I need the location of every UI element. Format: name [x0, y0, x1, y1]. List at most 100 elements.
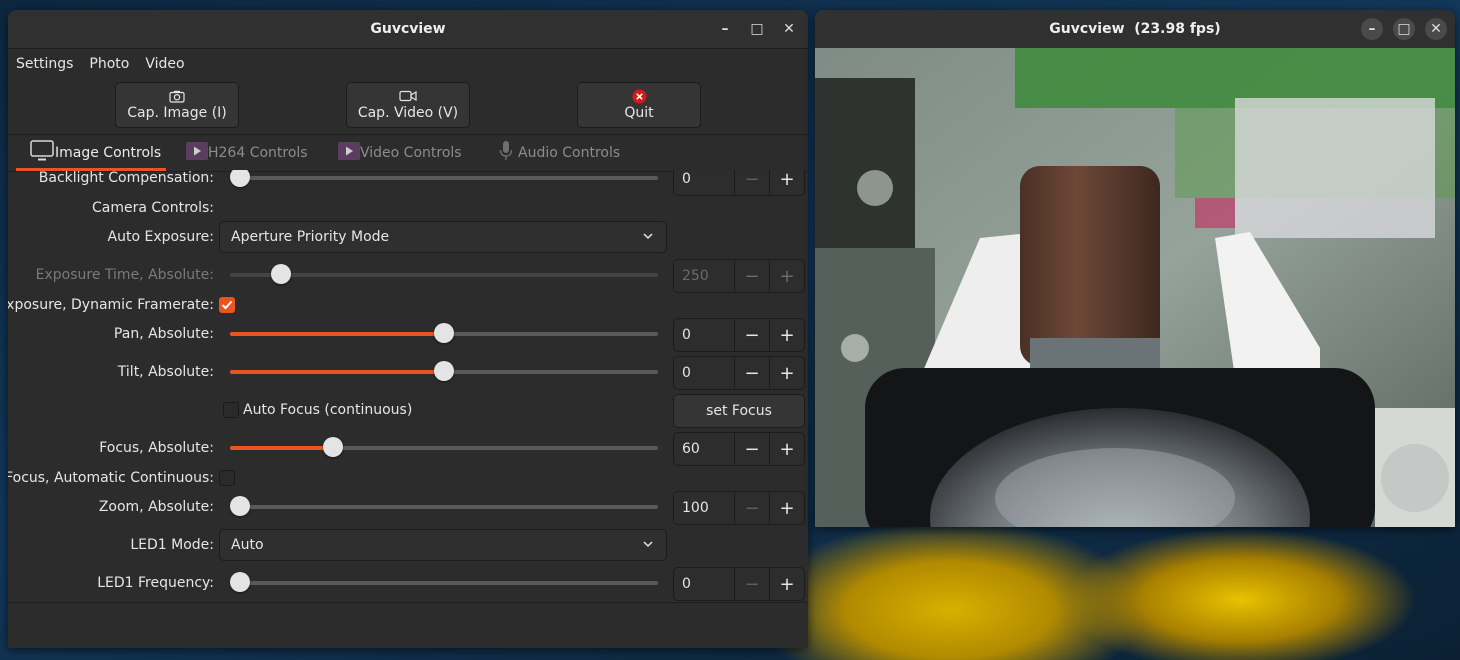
tilt-spinbox[interactable]: 0 − + — [673, 356, 805, 390]
auto-exposure-dropdown[interactable]: Aperture Priority Mode — [219, 221, 667, 253]
maximize-button[interactable]: □ — [1393, 18, 1415, 40]
menu-settings[interactable]: Settings — [16, 56, 73, 72]
decrement-button[interactable]: − — [734, 170, 769, 195]
decrement-button[interactable]: − — [734, 357, 769, 389]
slider-fill — [230, 370, 444, 374]
focus-spinbox[interactable]: 60 − + — [673, 432, 805, 466]
minimize-icon: – — [721, 21, 729, 37]
chevron-down-icon — [642, 538, 654, 554]
minimize-icon: – — [1368, 21, 1376, 37]
guvcview-controls-window: Guvcview – □ ✕ Settings Photo Video Cap.… — [8, 10, 808, 648]
increment-button[interactable]: + — [769, 568, 804, 600]
capture-video-button[interactable]: Cap. Video (V) — [346, 82, 470, 128]
toolbar: Cap. Image (I) Cap. Video (V) Quit — [8, 79, 808, 134]
slider-knob[interactable] — [230, 170, 250, 187]
zoom-spinbox[interactable]: 100 − + — [673, 491, 805, 525]
minimize-button[interactable]: – — [714, 18, 736, 40]
menu-photo[interactable]: Photo — [89, 56, 129, 72]
increment-button[interactable]: + — [769, 170, 804, 195]
led1-mode-value: Auto — [231, 537, 264, 553]
auto-exposure-value: Aperture Priority Mode — [231, 229, 390, 245]
dynamic-framerate-checkbox[interactable] — [219, 297, 235, 313]
slider-knob[interactable] — [322, 437, 343, 457]
quit-label: Quit — [624, 105, 654, 121]
slider-knob[interactable] — [230, 572, 250, 592]
pan-spinbox[interactable]: 0 − + — [673, 318, 805, 352]
tab-audio-controls[interactable]: Audio Controls — [498, 135, 620, 171]
slider-knob[interactable] — [434, 361, 454, 381]
pan-slider[interactable] — [230, 323, 658, 343]
window-titlebar[interactable]: Guvcview – □ ✕ — [8, 10, 808, 49]
spin-value[interactable]: 0 — [674, 170, 734, 195]
auto-focus-label[interactable]: Auto Focus (continuous) — [243, 402, 412, 418]
focus-auto-continuous-checkbox[interactable] — [219, 470, 235, 486]
decrement-button: − — [734, 260, 769, 292]
tilt-slider[interactable] — [230, 361, 658, 381]
tab-video-controls-label: Video Controls — [360, 145, 462, 161]
led1-frequency-slider[interactable] — [230, 572, 658, 592]
dynamic-framerate-label: Exposure, Dynamic Framerate: — [8, 297, 214, 313]
capture-image-button[interactable]: Cap. Image (I) — [115, 82, 239, 128]
microphone-icon — [498, 140, 514, 166]
camera-frame-image — [815, 48, 1455, 527]
tab-image-controls-label: Image Controls — [55, 145, 162, 161]
preview-titlebar[interactable]: Guvcview (23.98 fps) – □ ✕ — [815, 10, 1455, 49]
camera-controls-heading: Camera Controls: — [91, 200, 214, 216]
slider-knob — [271, 264, 292, 284]
spin-value[interactable]: 0 — [674, 357, 734, 389]
decrement-button[interactable]: − — [734, 319, 769, 351]
tab-bar: Image Controls H264 Controls Video Contr… — [8, 134, 808, 172]
set-focus-button[interactable]: set Focus — [673, 394, 805, 428]
tab-h264-controls[interactable]: H264 Controls — [186, 135, 308, 171]
h264-play-icon — [186, 142, 208, 164]
spin-value[interactable]: 100 — [674, 492, 734, 524]
zoom-label: Zoom, Absolute: — [98, 499, 214, 515]
tab-h264-controls-label: H264 Controls — [208, 145, 308, 161]
decrement-button[interactable]: − — [734, 492, 769, 524]
tab-video-controls[interactable]: Video Controls — [338, 135, 462, 171]
zoom-slider[interactable] — [230, 496, 658, 516]
capture-video-label: Cap. Video (V) — [357, 105, 459, 121]
increment-button[interactable]: + — [769, 319, 804, 351]
close-icon: ✕ — [783, 21, 795, 37]
led1-mode-dropdown[interactable]: Auto — [219, 529, 667, 561]
exposure-time-slider — [230, 264, 658, 284]
increment-button: + — [769, 260, 804, 292]
slider-knob[interactable] — [230, 496, 250, 516]
increment-button[interactable]: + — [769, 433, 804, 465]
spin-value[interactable]: 0 — [674, 568, 734, 600]
video-camera-icon — [399, 89, 417, 103]
image-controls-panel: Backlight Compensation: 0 − + Camera Con… — [8, 170, 808, 602]
chevron-down-icon — [642, 230, 654, 246]
focus-label: Focus, Absolute: — [99, 440, 214, 456]
increment-button[interactable]: + — [769, 357, 804, 389]
increment-button[interactable]: + — [769, 492, 804, 524]
video-play-icon — [338, 142, 360, 164]
close-button[interactable]: ✕ — [1425, 18, 1447, 40]
tilt-label: Tilt, Absolute: — [117, 364, 214, 380]
spin-value[interactable]: 60 — [674, 433, 734, 465]
guvcview-preview-window: Guvcview (23.98 fps) – □ ✕ — [815, 10, 1455, 527]
slider-knob[interactable] — [434, 323, 454, 343]
maximize-icon: □ — [1397, 21, 1411, 37]
decrement-button[interactable]: − — [734, 568, 769, 600]
led1-mode-label: LED1 Mode: — [130, 537, 214, 553]
camera-preview — [815, 48, 1455, 527]
slider-fill — [230, 332, 444, 336]
backlight-slider[interactable] — [230, 170, 658, 187]
backlight-spinbox[interactable]: 0 − + — [673, 170, 805, 196]
minimize-button[interactable]: – — [1361, 18, 1383, 40]
auto-focus-checkbox[interactable] — [223, 402, 239, 418]
maximize-button[interactable]: □ — [746, 18, 768, 40]
quit-button[interactable]: Quit — [577, 82, 701, 128]
tab-image-controls[interactable]: Image Controls — [16, 135, 166, 171]
close-button[interactable]: ✕ — [778, 18, 800, 40]
menu-video[interactable]: Video — [145, 56, 184, 72]
tab-audio-controls-label: Audio Controls — [518, 145, 621, 161]
exposure-time-label: Exposure Time, Absolute: — [35, 267, 214, 283]
led1-frequency-spinbox[interactable]: 0 − + — [673, 567, 805, 601]
slider-fill — [230, 446, 333, 450]
focus-slider[interactable] — [230, 437, 658, 457]
spin-value[interactable]: 0 — [674, 319, 734, 351]
decrement-button[interactable]: − — [734, 433, 769, 465]
